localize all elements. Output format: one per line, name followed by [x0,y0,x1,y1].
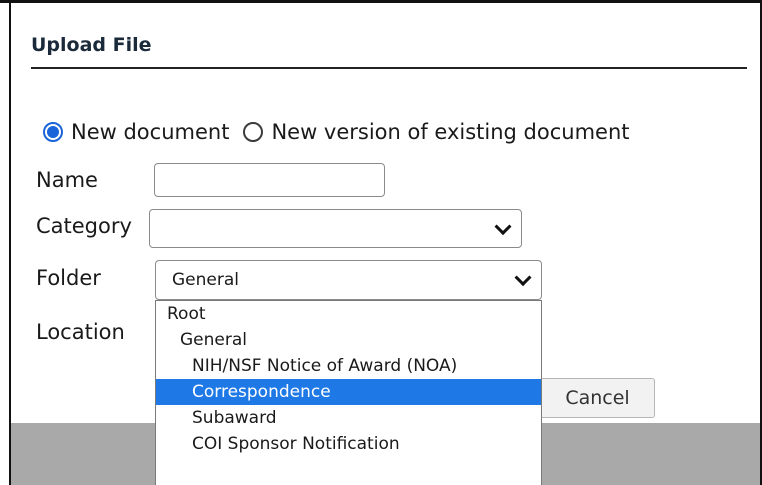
dialog-title: Upload File [31,34,152,56]
folder-select-value: General [172,270,239,290]
folder-option-correspondence[interactable]: Correspondence [156,379,541,405]
location-label: Location [36,320,125,344]
new-document-radio[interactable] [43,122,63,142]
new-document-label[interactable]: New document [71,120,229,144]
folder-dropdown-list[interactable]: Root General NIH/NSF Notice of Award (NO… [155,300,542,485]
chevron-down-icon [494,217,512,235]
upload-mode-group: New document New version of existing doc… [43,117,644,147]
new-version-radio[interactable] [243,122,264,142]
folder-option-coi-sponsor-notification[interactable]: COI Sponsor Notification [156,431,541,457]
folder-select[interactable]: General [155,260,542,300]
new-version-label[interactable]: New version of existing document [271,120,629,144]
cancel-button[interactable]: Cancel [540,378,655,418]
category-label: Category [36,214,132,238]
chevron-down-icon [514,269,532,287]
title-divider [31,67,747,69]
folder-option-general[interactable]: General [156,327,541,353]
upload-file-dialog: Upload File New document New version of … [0,0,762,485]
frame-top-border [0,0,762,3]
folder-option-noa[interactable]: NIH/NSF Notice of Award (NOA) [156,353,541,379]
folder-option-subaward[interactable]: Subaward [156,405,541,431]
name-label: Name [36,168,98,192]
folder-option-root[interactable]: Root [156,301,541,327]
frame-left-border [9,0,11,485]
category-select[interactable] [149,209,522,248]
name-input[interactable] [154,163,385,197]
folder-label: Folder [36,266,101,290]
